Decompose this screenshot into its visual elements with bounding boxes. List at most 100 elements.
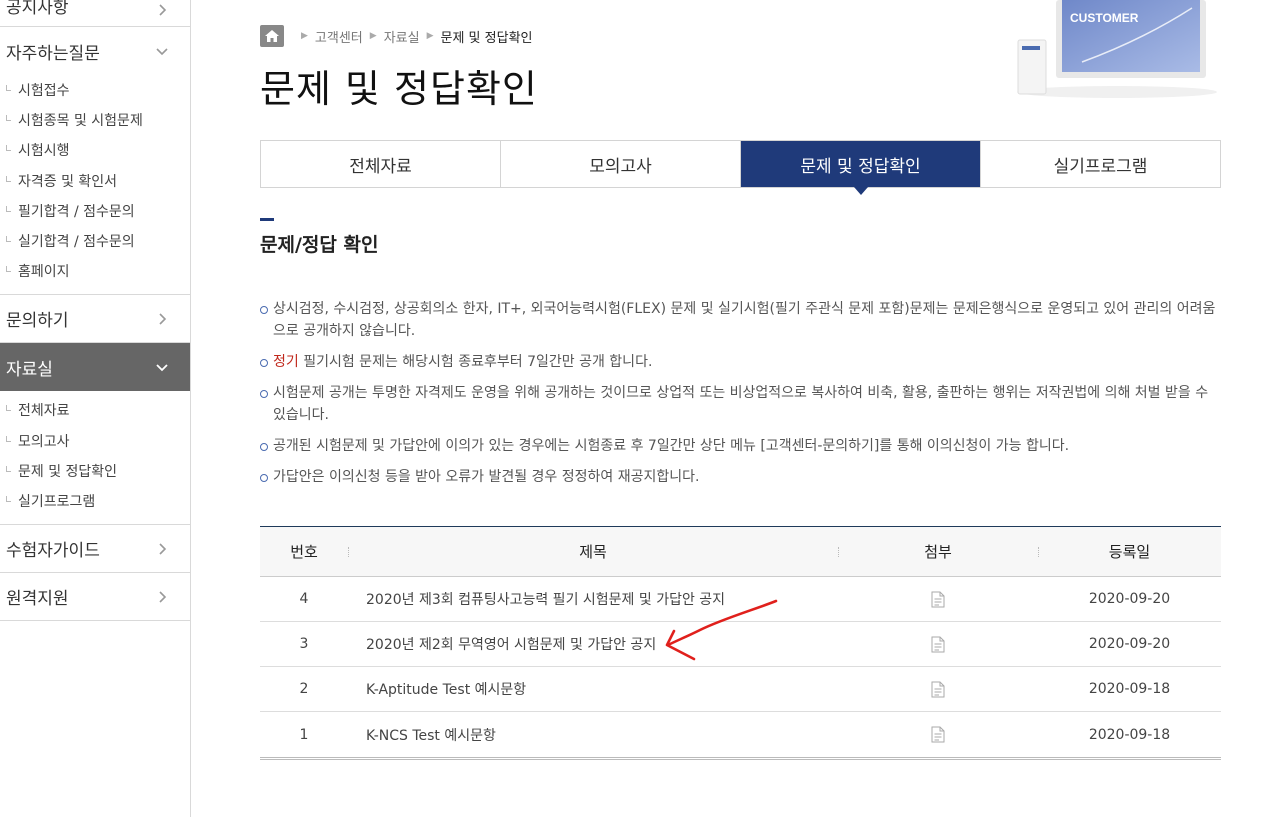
file-icon[interactable] (931, 681, 945, 698)
chevron-right-icon (154, 589, 170, 605)
tab-bar: 전체자료 모의고사 문제 및 정답확인 실기프로그램 (260, 140, 1221, 195)
notice-text: 상시검정, 수시검정, 상공회의소 한자, IT+, 외국어능력시험(FLEX)… (273, 301, 1216, 339)
file-icon[interactable] (931, 636, 945, 653)
row-no: 2 (299, 681, 309, 697)
breadcrumb-separator-icon: ▶ (369, 31, 377, 41)
sidebar-item-notice[interactable]: 공지사항 (0, 0, 190, 27)
notice-item: 시험문제 공개는 투명한 자격제도 운영을 위해 공개하는 것이므로 상업적 또… (260, 382, 1221, 426)
sidebar-group-notice: 공지사항 (0, 0, 190, 27)
header-date: 등록일 (1038, 541, 1221, 562)
bullet-icon (6, 85, 11, 92)
bullet-icon (6, 205, 11, 212)
page-title: 문제 및 정답확인 (260, 67, 538, 111)
row-attachment (838, 681, 1038, 698)
sidebar-item-label: 공지사항 (6, 0, 69, 18)
chevron-right-icon (154, 311, 170, 327)
tab-mock-exam[interactable]: 모의고사 (501, 141, 741, 187)
bullet-icon (6, 266, 11, 273)
notice-text: 가답안은 이의신청 등을 받아 오류가 발견될 경우 정정하여 재공지합니다. (273, 469, 700, 485)
notice-text: 시험문제 공개는 투명한 자격제도 운영을 위해 공개하는 것이므로 상업적 또… (273, 385, 1209, 423)
sidebar-item-library[interactable]: 자료실 (0, 343, 190, 392)
sidebar-subitem[interactable]: 필기합격 / 점수문의 (0, 196, 190, 226)
chevron-right-icon (154, 2, 170, 18)
sidebar-subitem[interactable]: 시험접수 (0, 75, 190, 105)
row-title-link[interactable]: 2020년 제3회 컴퓨팅사고능력 필기 시험문제 및 가답안 공지 (348, 589, 838, 609)
breadcrumb-item[interactable]: 고객센터 (315, 27, 363, 46)
header-no: 번호 (290, 543, 318, 561)
row-date: 2020-09-18 (1088, 681, 1171, 697)
tab-practical-program[interactable]: 실기프로그램 (981, 141, 1220, 187)
bullet-icon (6, 465, 11, 472)
sidebar-subitem[interactable]: 시험시행 (0, 135, 190, 165)
sidebar-subitem-label: 전체자료 (18, 403, 70, 420)
bullet-icon (6, 236, 11, 243)
row-no: 3 (299, 636, 309, 652)
row-no: 4 (299, 591, 309, 607)
sidebar-subitem[interactable]: 모의고사 (0, 426, 190, 456)
bullet-icon (6, 145, 11, 152)
bullet-icon (6, 115, 11, 122)
sidebar-subitem-label: 홈페이지 (18, 264, 70, 281)
tab-questions-answers[interactable]: 문제 및 정답확인 (741, 141, 981, 195)
sidebar-item-guide[interactable]: 수험자가이드 (0, 525, 190, 574)
breadcrumb: ▶ 고객센터 ▶ 자료실 ▶ 문제 및 정답확인 (260, 24, 533, 48)
row-title-link[interactable]: K-NCS Test 예시문항 (348, 725, 838, 745)
sidebar-item-label: 자료실 (6, 359, 53, 380)
chevron-down-icon (154, 359, 170, 375)
breadcrumb-item[interactable]: 자료실 (384, 27, 420, 46)
sidebar-subitem-label: 실기합격 / 점수문의 (18, 234, 135, 251)
row-date: 2020-09-18 (1088, 726, 1171, 743)
home-icon[interactable] (260, 25, 284, 47)
sidebar-item-label: 자주하는질문 (6, 43, 100, 64)
bullet-icon (6, 405, 11, 412)
board-table: 번호 제목 첨부 등록일 4 2020년 제3회 컴퓨팅사고능력 필기 시험문제… (260, 526, 1221, 760)
breadcrumb-current: 문제 및 정답확인 (440, 30, 533, 46)
banner-text: CUSTOMER (1070, 11, 1139, 25)
sidebar-group-library: 자료실 전체자료 모의고사 문제 및 정답확인 실기프로그램 (0, 343, 190, 526)
chevron-right-icon (154, 541, 170, 557)
sidebar-subitem[interactable]: 전체자료 (0, 395, 190, 425)
notice-text: 공개된 시험문제 및 가답안에 이의가 있는 경우에는 시험종료 후 7일간만 … (273, 438, 1070, 454)
section-title: 문제/정답 확인 (260, 234, 379, 256)
notice-item: 공개된 시험문제 및 가답안에 이의가 있는 경우에는 시험종료 후 7일간만 … (260, 435, 1221, 457)
sidebar-subitem-label: 시험접수 (18, 83, 70, 100)
tab-label: 전체자료 (349, 156, 412, 177)
row-attachment (838, 726, 1038, 743)
bullet-icon (6, 175, 11, 182)
row-title-link[interactable]: 2020년 제2회 무역영어 시험문제 및 가답안 공지 (348, 634, 838, 654)
header-title: 제목 (348, 541, 838, 562)
notice-item: 상시검정, 수시검정, 상공회의소 한자, IT+, 외국어능력시험(FLEX)… (260, 298, 1221, 342)
breadcrumb-separator-icon: ▶ (426, 31, 434, 41)
tab-all-materials[interactable]: 전체자료 (261, 141, 501, 187)
sidebar-item-remote[interactable]: 원격지원 (0, 573, 190, 622)
sidebar-item-inquiry[interactable]: 문의하기 (0, 295, 190, 344)
table-row: 3 2020년 제2회 무역영어 시험문제 및 가답안 공지 2020-09-2… (260, 622, 1221, 667)
table-row: 2 K-Aptitude Test 예시문항 2020-09-18 (260, 667, 1221, 712)
chevron-down-icon (154, 43, 170, 59)
notice-item: 정기 필기시험 문제는 해당시험 종료후부터 7일간만 공개 합니다. (260, 351, 1221, 373)
sidebar-subitem[interactable]: 홈페이지 (0, 256, 190, 286)
file-icon[interactable] (931, 591, 945, 608)
bullet-icon (6, 495, 11, 502)
sidebar-subitem[interactable]: 실기프로그램 (0, 486, 190, 516)
sidebar-group-inquiry: 문의하기 (0, 295, 190, 344)
customer-banner-image: CUSTOMER (1012, 0, 1222, 100)
sidebar-subitem[interactable]: 자격증 및 확인서 (0, 166, 190, 196)
tab-label: 실기프로그램 (1053, 156, 1148, 177)
sidebar-subitem[interactable]: 문제 및 정답확인 (0, 456, 190, 486)
bullet-icon (6, 435, 11, 442)
row-title-link[interactable]: K-Aptitude Test 예시문항 (348, 679, 838, 699)
row-date: 2020-09-20 (1088, 636, 1171, 652)
sidebar-item-label: 원격지원 (6, 589, 69, 610)
sidebar-subitem[interactable]: 시험종목 및 시험문제 (0, 105, 190, 135)
sidebar-item-label: 문의하기 (6, 311, 69, 332)
section-marker (260, 218, 274, 221)
header-attach: 첨부 (838, 541, 1038, 562)
sidebar-group-faq: 자주하는질문 시험접수 시험종목 및 시험문제 시험시행 자격증 및 확인서 필… (0, 27, 190, 296)
sidebar-item-faq[interactable]: 자주하는질문 (0, 27, 190, 75)
file-icon[interactable] (931, 726, 945, 743)
sidebar-subitem[interactable]: 실기합격 / 점수문의 (0, 226, 190, 256)
tab-label: 문제 및 정답확인 (800, 156, 921, 177)
notice-text: 필기시험 문제는 해당시험 종료후부터 7일간만 공개 합니다. (298, 354, 653, 370)
tab-label: 모의고사 (589, 156, 652, 177)
